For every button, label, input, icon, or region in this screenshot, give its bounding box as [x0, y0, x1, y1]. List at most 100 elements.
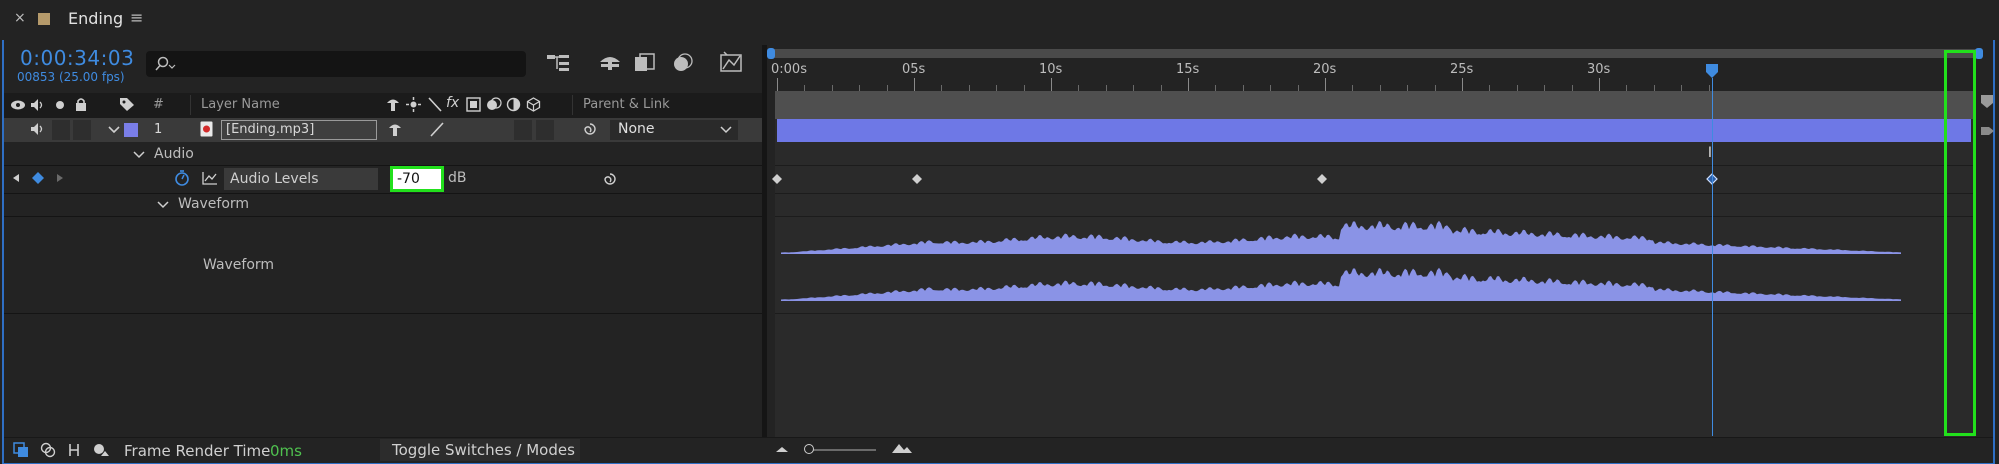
column-header-parent-link[interactable]: Parent & Link — [583, 97, 670, 112]
tab-bar: × Ending ≡ — [0, 0, 1999, 40]
audio-levels-value-field[interactable]: -70 — [390, 166, 444, 192]
video-visibility-icon[interactable] — [10, 99, 26, 111]
work-area-end-handle[interactable] — [1975, 48, 1983, 59]
collapse-transform-icon[interactable] — [406, 97, 421, 112]
shy-switch-icon[interactable] — [388, 122, 402, 137]
solo-switch[interactable] — [52, 120, 70, 140]
expand-audio-chevron-icon[interactable] — [133, 150, 145, 160]
work-area-start-handle[interactable] — [767, 48, 775, 59]
ruler-tick — [1188, 78, 1189, 91]
current-time-indicator-head[interactable] — [1705, 63, 1719, 79]
modes-pane-icon[interactable] — [40, 442, 56, 458]
frame-count: 00853 (25.00 fps) — [17, 70, 125, 84]
composition-tab-title[interactable]: Ending — [68, 9, 123, 28]
composition-mini-flowchart-icon[interactable] — [545, 52, 571, 74]
ruler-tick-label: 0:00s — [771, 62, 807, 77]
toggle-switches-modes-label: Toggle Switches / Modes — [392, 441, 575, 459]
frame-blend-switch-icon[interactable] — [466, 97, 481, 112]
audio-levels-keyframe[interactable] — [1316, 173, 1328, 185]
audio-speaker-icon[interactable] — [30, 98, 46, 112]
expression-pick-whip-icon[interactable] — [602, 171, 618, 187]
audio-waveform — [781, 220, 1901, 301]
expand-layer-chevron-icon[interactable] — [108, 125, 120, 135]
timeline-header-band — [775, 91, 1975, 119]
zoom-in-icon[interactable] — [890, 441, 914, 455]
frame-blending-icon[interactable] — [632, 52, 658, 74]
motion-blur-switch-icon[interactable] — [486, 97, 502, 112]
text-cursor-icon: I — [1707, 145, 1713, 161]
zoom-slider-track[interactable] — [806, 449, 876, 451]
current-timecode[interactable]: 0:00:34:03 — [20, 46, 134, 70]
playhead-highlight — [1944, 50, 1976, 436]
row-separator — [775, 313, 1975, 314]
layer-name-field[interactable]: [Ending.mp3] — [221, 120, 377, 140]
quality-switch-icon[interactable] — [430, 122, 444, 137]
render-time-pane-icon[interactable] — [92, 442, 110, 458]
parent-dropdown[interactable]: None — [610, 120, 738, 140]
ruler-tick — [914, 78, 915, 91]
ruler-tick — [777, 78, 778, 91]
row-separator — [4, 313, 762, 314]
row-separator — [4, 165, 762, 166]
work-area-bar[interactable] — [769, 49, 1982, 58]
audio-levels-keyframe[interactable] — [911, 173, 923, 185]
lock-icon[interactable] — [74, 97, 88, 112]
row-separator — [775, 193, 1975, 194]
comp-marker-bin-icon[interactable] — [1979, 93, 1995, 109]
zoom-out-icon[interactable] — [774, 444, 790, 454]
lock-switch[interactable] — [73, 120, 91, 140]
audio-levels-keyframe[interactable] — [771, 173, 783, 185]
layer-search-field[interactable] — [146, 51, 526, 77]
composition-color-swatch — [38, 13, 50, 25]
row-separator — [4, 216, 762, 217]
in-out-pane-icon[interactable] — [66, 442, 82, 458]
layer-switches-pane-icon[interactable] — [13, 442, 29, 458]
graph-icon[interactable] — [202, 171, 218, 185]
effect-fx-icon[interactable]: fx — [446, 95, 459, 111]
quality-icon[interactable] — [428, 97, 442, 112]
close-tab-icon[interactable]: × — [14, 10, 26, 26]
audio-enabled-icon[interactable] — [30, 122, 46, 136]
toggle-switches-modes-button[interactable]: Toggle Switches / Modes — [380, 439, 580, 461]
switch-cell[interactable] — [536, 120, 554, 140]
row-separator — [775, 165, 1975, 166]
next-keyframe-icon[interactable] — [56, 173, 64, 183]
search-input[interactable] — [178, 54, 522, 76]
ruler-tick — [1599, 78, 1600, 91]
keyframe-diamond-icon[interactable] — [32, 172, 44, 184]
expand-waveform-chevron-icon[interactable] — [157, 200, 169, 210]
solo-icon[interactable] — [56, 101, 64, 109]
stopwatch-icon[interactable] — [174, 169, 190, 187]
column-header-number: # — [153, 97, 164, 112]
column-header-layer-name[interactable]: Layer Name — [201, 97, 280, 112]
adjustment-layer-icon[interactable] — [506, 97, 521, 112]
draft-3d-icon[interactable] — [597, 52, 623, 74]
layer-duration-bar[interactable] — [777, 119, 1971, 142]
graph-editor-icon[interactable] — [718, 50, 744, 74]
zoom-slider-thumb[interactable] — [804, 444, 814, 454]
pick-whip-icon[interactable] — [582, 121, 598, 137]
ruler-tick-label: 15s — [1176, 62, 1200, 77]
panel-menu-icon[interactable]: ≡ — [130, 8, 143, 27]
label-tag-icon[interactable] — [119, 97, 135, 112]
ruler-tick-label: 30s — [1587, 62, 1611, 77]
motion-blur-icon[interactable] — [670, 52, 696, 74]
previous-keyframe-icon[interactable] — [12, 173, 20, 183]
ruler-tick — [1462, 78, 1463, 91]
switch-cell[interactable] — [514, 120, 532, 140]
time-ruler[interactable] — [767, 59, 1981, 91]
waveform-channel-left — [781, 220, 1901, 254]
current-time-indicator-line — [1711, 78, 1713, 436]
audio-levels-label: Audio Levels — [230, 171, 319, 187]
3d-layer-icon[interactable] — [526, 97, 541, 112]
audio-levels-label-box[interactable]: Audio Levels — [224, 168, 378, 190]
frame-render-time-label: Frame Render Time — [124, 442, 271, 460]
shy-icon[interactable] — [386, 97, 400, 112]
ruler-tick-label: 20s — [1313, 62, 1337, 77]
audio-group-label[interactable]: Audio — [154, 146, 194, 162]
status-bar — [4, 437, 1993, 463]
layer-label-color[interactable] — [124, 123, 138, 137]
waveform-group-label[interactable]: Waveform — [178, 196, 249, 212]
column-divider — [572, 95, 573, 115]
waveform-channel-right — [781, 267, 1901, 301]
